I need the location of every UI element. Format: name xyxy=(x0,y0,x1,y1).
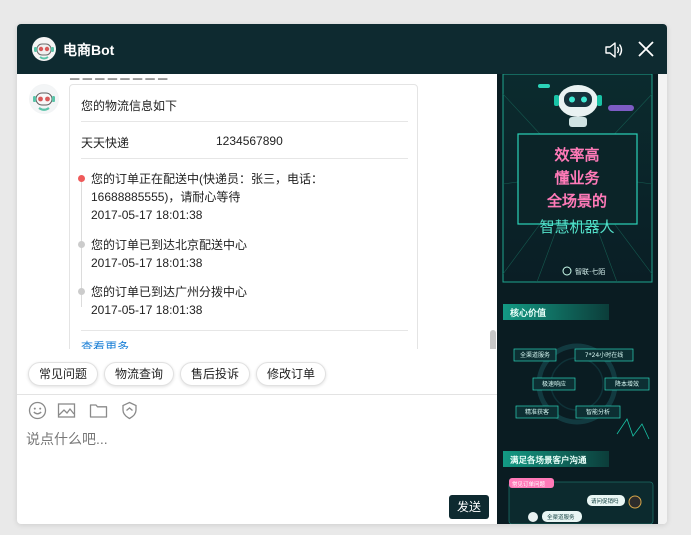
promo-section-title: 满足各场景客户沟通 xyxy=(510,455,587,466)
message-title: 您的物流信息如下 xyxy=(81,99,178,113)
send-button[interactable]: 发送 xyxy=(449,495,489,519)
bot-avatar-icon xyxy=(32,37,56,61)
bot-avatar-icon xyxy=(29,84,59,114)
promo-panel: 效率高 懂业务 全场景的 智慧机器人 智联·七陌 核心价值 全渠道服务 7*24… xyxy=(497,74,658,524)
divider xyxy=(17,394,497,395)
timeline-dot-active xyxy=(78,175,85,182)
previous-message-fragment: ▁ ▁ ▁ ▁ ▁ ▁ ▁ ▁ xyxy=(70,74,167,80)
quick-reply-modify-order[interactable]: 修改订单 xyxy=(256,362,327,386)
promo-value: 极速响应 xyxy=(542,380,566,388)
promo-value: 降本增效 xyxy=(615,380,639,388)
tracking-number: 1234567890 xyxy=(216,134,283,148)
window-title: 电商Bot xyxy=(63,42,115,58)
promo-headline-2: 懂业务 xyxy=(553,169,600,187)
speaker-icon[interactable] xyxy=(604,40,624,60)
promo-section-title: 核心价值 xyxy=(510,307,546,319)
image-icon[interactable] xyxy=(57,401,76,420)
quick-replies: 常见问题 物流查询 售后投诉 修改订单 xyxy=(17,359,497,389)
promo-value: 智能分析 xyxy=(586,408,610,416)
close-icon[interactable] xyxy=(637,40,655,58)
promo-headline-1: 效率高 xyxy=(554,146,599,164)
message-input[interactable]: 说点什么吧... xyxy=(26,429,108,449)
timeline-dot xyxy=(78,288,85,295)
quick-reply-faq[interactable]: 常见问题 xyxy=(28,362,99,386)
service-rating-icon[interactable] xyxy=(120,401,139,420)
timeline-dot xyxy=(78,241,85,248)
promo-panel-scrollbar[interactable] xyxy=(658,74,667,524)
timeline-event-text: 您的订单正在配送中(快递员：张三，电话：16688885555)，请耐心等待 xyxy=(91,172,323,204)
promo-value: 精准获客 xyxy=(525,408,549,416)
timeline-event-time: 2017-05-17 18:01:38 xyxy=(91,256,203,270)
promo-value: 全渠道服务 xyxy=(520,351,550,359)
promo-chat-tag: 常见订单问题 xyxy=(512,480,546,488)
quick-reply-complaint[interactable]: 售后投诉 xyxy=(180,362,251,386)
divider xyxy=(81,330,408,331)
divider xyxy=(81,158,408,159)
timeline-event-time: 2017-05-17 18:01:38 xyxy=(91,303,203,317)
promo-brand: 智联·七陌 xyxy=(575,267,605,276)
emoji-icon[interactable] xyxy=(28,401,47,420)
timeline-event-text: 您的订单已到达北京配送中心 xyxy=(91,238,248,252)
logistics-message: 您的物流信息如下 天天快递 1234567890 您的订单正在配送中(快递员：张… xyxy=(69,84,418,349)
divider xyxy=(81,121,408,122)
timeline-event-time: 2017-05-17 18:01:38 xyxy=(91,208,203,222)
quick-reply-logistics[interactable]: 物流查询 xyxy=(104,362,175,386)
promo-chat-tag: 全渠道服务 xyxy=(547,513,575,521)
promo-headline-3: 全场景的 xyxy=(546,192,607,210)
promo-headline-4: 智慧机器人 xyxy=(539,218,614,236)
courier-company: 天天快递 xyxy=(81,136,130,150)
folder-icon[interactable] xyxy=(89,401,108,420)
chat-window: 电商Bot ▁ ▁ ▁ ▁ ▁ ▁ ▁ ▁ 您的物流信息如下 天天快递 1234… xyxy=(17,24,667,524)
promo-chat-tag: 请问促销吗 xyxy=(591,497,619,505)
promo-value: 7*24小时在线 xyxy=(585,351,623,359)
view-more-link[interactable]: 查看更多 xyxy=(81,338,129,349)
title-bar: 电商Bot xyxy=(17,24,667,74)
timeline-event-text: 您的订单已到达广州分拨中心 xyxy=(91,285,248,299)
chat-scrollbar-thumb[interactable] xyxy=(490,330,496,349)
chat-area: ▁ ▁ ▁ ▁ ▁ ▁ ▁ ▁ 您的物流信息如下 天天快递 1234567890… xyxy=(17,74,497,349)
